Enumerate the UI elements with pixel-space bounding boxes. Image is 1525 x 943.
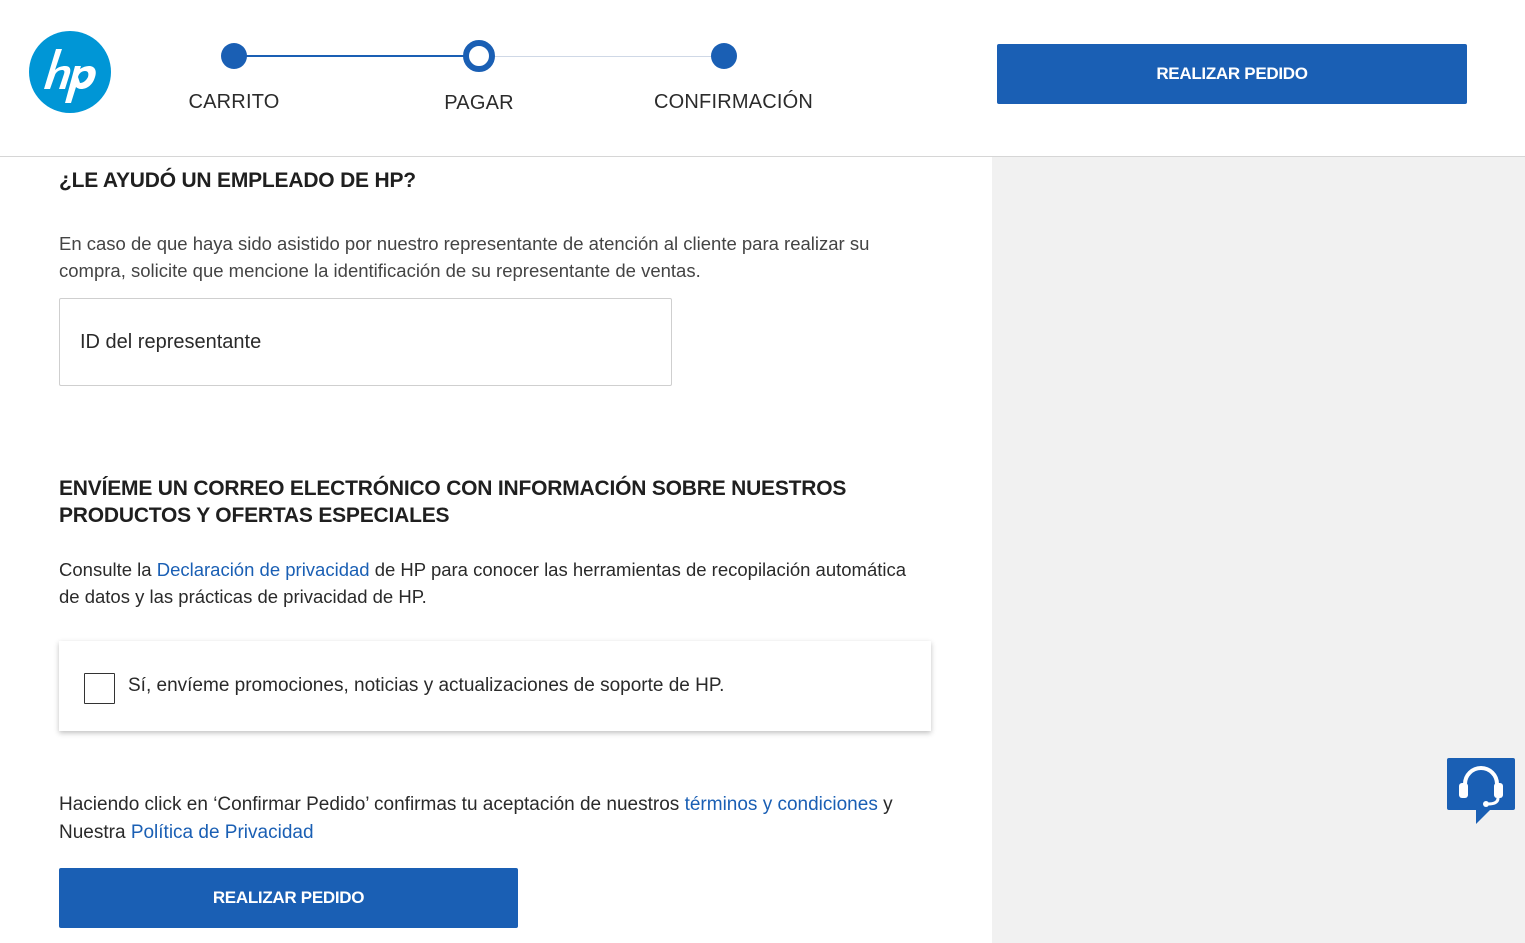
privacy-policy-link[interactable]: Política de Privacidad <box>131 822 314 843</box>
chat-support-icon[interactable] <box>1446 756 1516 826</box>
checkout-header: CARRITO PAGAR CONFIRMACIÓN REALIZAR PEDI… <box>0 0 1525 157</box>
employee-section-description: En caso de que haya sido asistido por nu… <box>59 233 870 281</box>
hp-logo[interactable] <box>28 30 112 114</box>
place-order-button[interactable]: REALIZAR PEDIDO <box>59 868 518 928</box>
email-optin-card: Sí, envíeme promociones, noticias y actu… <box>59 641 931 731</box>
privacy-statement-link[interactable]: Declaración de privacidad <box>157 559 370 580</box>
checkout-stepper: CARRITO PAGAR CONFIRMACIÓN <box>170 36 830 126</box>
step-confirmation: CONFIRMACIÓN <box>654 36 814 114</box>
terms-link[interactable]: términos y condiciones <box>685 794 878 815</box>
terms-text-before: Haciendo click en ‘Confirmar Pedido’ con… <box>59 794 685 815</box>
step-pay-dot <box>463 40 495 72</box>
step-cart-label: CARRITO <box>188 91 280 113</box>
email-optin-checkbox[interactable] <box>84 672 115 704</box>
rep-id-input[interactable] <box>59 298 672 386</box>
step-confirmation-dot <box>711 43 737 69</box>
email-section-title: ENVÍEME UN CORREO ELECTRÓNICO CON INFORM… <box>59 477 847 527</box>
place-order-button-header[interactable]: REALIZAR PEDIDO <box>997 44 1467 104</box>
email-optin-label[interactable]: Sí, envíeme promociones, noticias y actu… <box>128 675 724 697</box>
step-cart-dot <box>221 43 247 69</box>
step-pay-label: PAGAR <box>444 92 514 114</box>
privacy-text-before: Consulte la <box>59 559 157 580</box>
step-pay: PAGAR <box>409 36 549 115</box>
step-confirmation-label: CONFIRMACIÓN <box>654 91 814 113</box>
step-cart[interactable]: CARRITO <box>164 36 304 114</box>
email-section-description: Consulte la Declaración de privacidad de… <box>59 556 919 610</box>
employee-section-title: ¿LE AYUDÓ UN EMPLEADO DE HP? <box>59 169 416 192</box>
terms-notice: Haciendo click en ‘Confirmar Pedido’ con… <box>59 791 939 847</box>
